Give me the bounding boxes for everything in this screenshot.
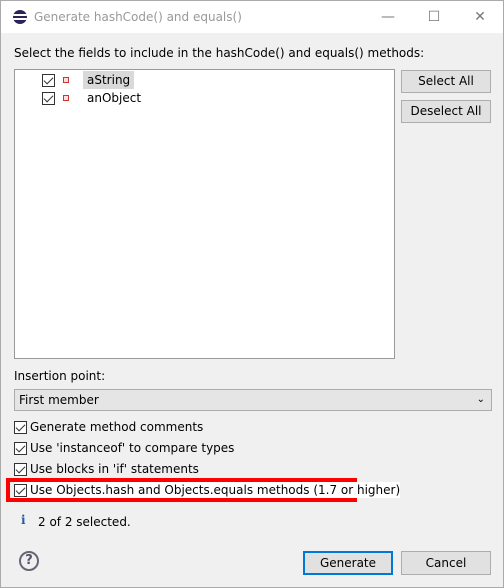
cancel-button[interactable]: Cancel — [401, 551, 491, 575]
field-name: anObject — [87, 91, 142, 105]
instruction-label: Select the fields to include in the hash… — [14, 46, 425, 60]
field-icon — [63, 95, 69, 101]
checkbox[interactable] — [14, 441, 27, 455]
checkbox[interactable] — [14, 483, 27, 497]
select-all-button[interactable]: Select All — [401, 70, 491, 93]
field-name: aString — [83, 71, 135, 89]
insertion-point-value: First member — [19, 393, 99, 407]
checkbox[interactable] — [14, 462, 27, 476]
option-method-comments[interactable]: Generate method comments — [14, 419, 203, 435]
checkbox[interactable] — [14, 420, 27, 434]
field-checkbox[interactable] — [42, 91, 55, 105]
help-icon[interactable]: ? — [19, 551, 39, 571]
status-text: 2 of 2 selected. — [38, 515, 131, 529]
generate-button[interactable]: Generate — [303, 551, 393, 575]
option-blocks-if[interactable]: Use blocks in 'if' statements — [14, 461, 199, 477]
field-checkbox[interactable] — [42, 73, 55, 87]
option-label: Generate method comments — [30, 420, 204, 434]
chevron-down-icon: ⌄ — [476, 394, 485, 405]
option-label: Use 'instanceof' to compare types — [30, 441, 235, 455]
list-item[interactable]: anObject — [42, 89, 145, 107]
list-item[interactable]: aString — [42, 71, 135, 89]
insertion-point-label: Insertion point: — [14, 369, 106, 383]
option-instanceof[interactable]: Use 'instanceof' to compare types — [14, 440, 234, 456]
title-bar: Generate hashCode() and equals() — ☐ ✕ — [1, 1, 503, 33]
option-objects-hash[interactable]: Use Objects.hash and Objects.equals meth… — [14, 482, 401, 498]
window-title: Generate hashCode() and equals() — [34, 10, 242, 24]
info-icon: i — [21, 513, 26, 527]
eclipse-icon — [13, 10, 27, 24]
option-label: Use Objects.hash and Objects.equals meth… — [30, 483, 401, 497]
field-icon — [63, 77, 69, 83]
fields-list[interactable]: aString anObject — [14, 69, 395, 359]
insertion-point-select[interactable]: First member ⌄ — [14, 389, 492, 411]
dialog: Generate hashCode() and equals() — ☐ ✕ S… — [0, 0, 504, 588]
maximize-button[interactable]: ☐ — [411, 1, 457, 33]
option-label: Use blocks in 'if' statements — [30, 462, 199, 476]
minimize-button[interactable]: — — [365, 1, 411, 33]
close-button[interactable]: ✕ — [457, 1, 503, 33]
deselect-all-button[interactable]: Deselect All — [401, 100, 491, 123]
